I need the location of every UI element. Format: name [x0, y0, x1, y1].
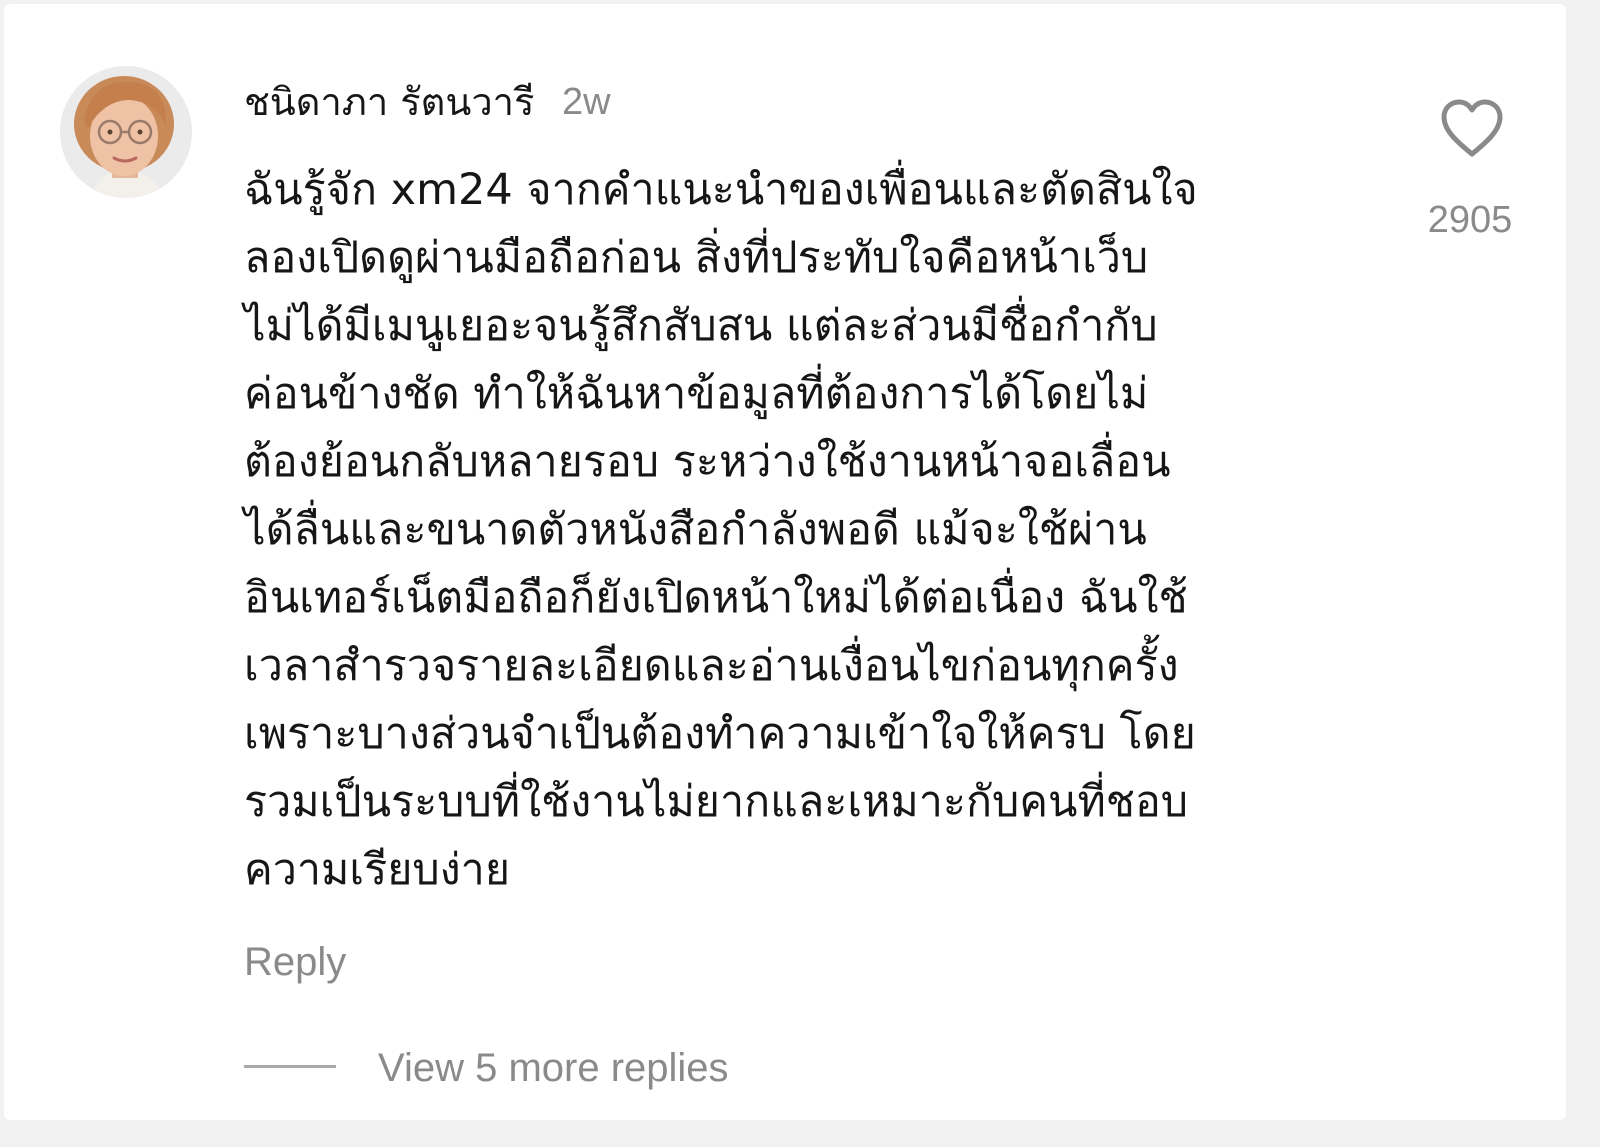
comment-text-line: ค่อนข้างชัด ทำให้ฉันหาข้อมูลที่ต้องการได…	[244, 369, 1149, 419]
replies-divider	[244, 1065, 336, 1068]
comment-text-line: รวมเป็นระบบที่ใช้งานไม่ยากและเหมาะกับคนท…	[244, 777, 1189, 827]
reply-button[interactable]: Reply	[244, 934, 346, 990]
comment-text-line: อินเทอร์เน็ตมือถือก็ยังเปิดหน้าใหม่ได้ต่…	[244, 573, 1188, 623]
like-button[interactable]	[1436, 96, 1508, 160]
comment-text-line: เวลาสำรวจรายละเอียดและอ่านเงื่อนไขก่อนทุ…	[244, 641, 1179, 691]
comment-author[interactable]: ชนิดาภา รัตนวารี	[244, 76, 534, 128]
comment-text-line: ไม่ได้มีเมนูเยอะจนรู้สึกสับสน แต่ละส่วนม…	[244, 301, 1158, 351]
comment-text: ฉันรู้จัก xm24 จากคำแนะนำของเพื่อนและตัด…	[244, 156, 1404, 904]
comment-text-line: ต้องย้อนกลับหลายรอบ ระหว่างใช้งานหน้าจอเ…	[244, 437, 1171, 487]
comment-text-line: ฉันรู้จัก xm24 จากคำแนะนำของเพื่อนและตัด…	[244, 165, 1198, 215]
avatar[interactable]	[60, 66, 192, 198]
heart-outline-icon	[1441, 99, 1503, 157]
comment-text-line: ความเรียบง่าย	[244, 845, 511, 895]
view-more-replies-button[interactable]: View 5 more replies	[378, 1040, 729, 1096]
comment-timestamp: 2w	[562, 81, 611, 123]
comment-card: ชนิดาภา รัตนวารี 2w ฉันรู้จัก xm24 จากคำ…	[4, 4, 1566, 1120]
comment-text-line: ลองเปิดดูผ่านมือถือก่อน สิ่งที่ประทับใจค…	[244, 233, 1149, 283]
like-count: 2905	[1427, 199, 1513, 241]
comment-text-line: เพราะบางส่วนจำเป็นต้องทำความเข้าใจให้ครบ…	[244, 709, 1196, 759]
comment-text-line: ได้ลื่นและขนาดตัวหนังสือกำลังพอดี แม้จะใ…	[244, 505, 1147, 555]
avatar-image	[60, 66, 192, 198]
